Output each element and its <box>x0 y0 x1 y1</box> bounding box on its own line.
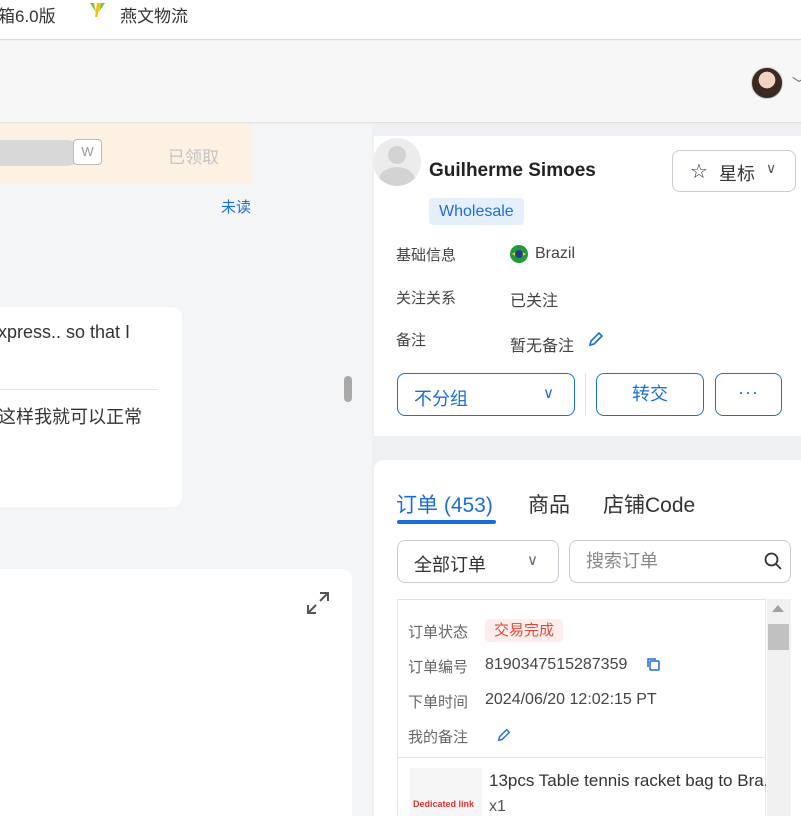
user-avatar[interactable] <box>751 67 783 99</box>
tab-products[interactable]: 商品 <box>528 489 570 519</box>
copy-icon[interactable] <box>646 657 661 672</box>
brazil-flag-icon <box>510 245 528 263</box>
order-status-label: 订单状态 <box>408 624 469 641</box>
yanwen-logo-icon <box>90 3 105 17</box>
order-divider <box>398 757 765 758</box>
message-text: xpress.. so that I <box>0 322 131 342</box>
more-button[interactable]: ··· <box>715 373 782 416</box>
message-composer[interactable] <box>0 569 352 816</box>
order-number-label: 订单编号 <box>408 659 469 676</box>
bookmark-item[interactable]: 箱6.0版 <box>0 2 56 27</box>
star-button-label: 星标 <box>719 164 755 184</box>
top-header <box>0 41 801 123</box>
order-remark-label: 我的备注 <box>408 729 469 746</box>
customer-name: Guilherme Simoes <box>429 160 596 181</box>
coupon-tag: W <box>73 139 102 165</box>
message-translation: 这样我就可以正常 <box>0 407 142 427</box>
order-search-input[interactable] <box>569 540 791 583</box>
chevron-down-icon: ∨ <box>543 385 554 402</box>
coupon-status: 已领取 <box>168 148 219 167</box>
edit-icon[interactable] <box>496 727 512 743</box>
orders-scrollbar-thumb[interactable] <box>768 624 789 650</box>
order-number-value: 8190347515287359 <box>485 656 628 673</box>
chevron-down-icon[interactable]: ﹀ <box>792 74 801 94</box>
status-badge: 交易完成 <box>485 619 564 642</box>
expand-icon[interactable] <box>305 590 331 616</box>
note-value: 暂无备注 <box>510 338 575 355</box>
divider <box>585 373 586 416</box>
note-label: 备注 <box>396 332 427 349</box>
chevron-down-icon: ∨ <box>527 552 538 569</box>
transfer-button[interactable]: 转交 <box>596 373 704 416</box>
bookmark-item[interactable]: 燕文物流 <box>120 2 188 27</box>
unread-label: 未读 <box>221 199 252 216</box>
message-divider <box>0 389 158 390</box>
search-icon[interactable] <box>763 551 783 571</box>
product-title[interactable]: 13pcs Table tennis racket bag to Bra... <box>489 771 766 791</box>
bookmarks-bar: 箱6.0版 燕文物流 <box>0 0 801 40</box>
relation-label: 关注关系 <box>396 290 457 307</box>
edit-icon[interactable] <box>587 330 605 348</box>
country-value: Brazil <box>535 245 576 262</box>
order-filter-label: 全部订单 <box>414 555 486 575</box>
product-quantity: x1 <box>489 798 506 815</box>
coupon-progress <box>0 140 80 166</box>
order-time-label: 下单时间 <box>408 694 469 711</box>
customer-avatar <box>373 138 421 186</box>
star-icon: ☆ <box>690 161 708 183</box>
customer-tag: Wholesale <box>429 198 524 225</box>
chevron-down-icon: ∨ <box>766 160 777 176</box>
active-tab-indicator <box>397 520 496 524</box>
tab-orders[interactable]: 订单 (453) <box>396 489 493 519</box>
order-time-value: 2024/06/20 12:02:15 PT <box>485 691 657 708</box>
relation-value: 已关注 <box>510 293 559 310</box>
product-thumbnail-text: Dedicated link <box>413 799 475 809</box>
tab-store-code[interactable]: 店铺Code <box>603 489 695 519</box>
scroll-up-icon[interactable] <box>772 605 784 612</box>
chat-scrollbar[interactable] <box>344 376 352 402</box>
basic-info-label: 基础信息 <box>396 247 457 264</box>
group-select-label: 不分组 <box>414 389 468 409</box>
